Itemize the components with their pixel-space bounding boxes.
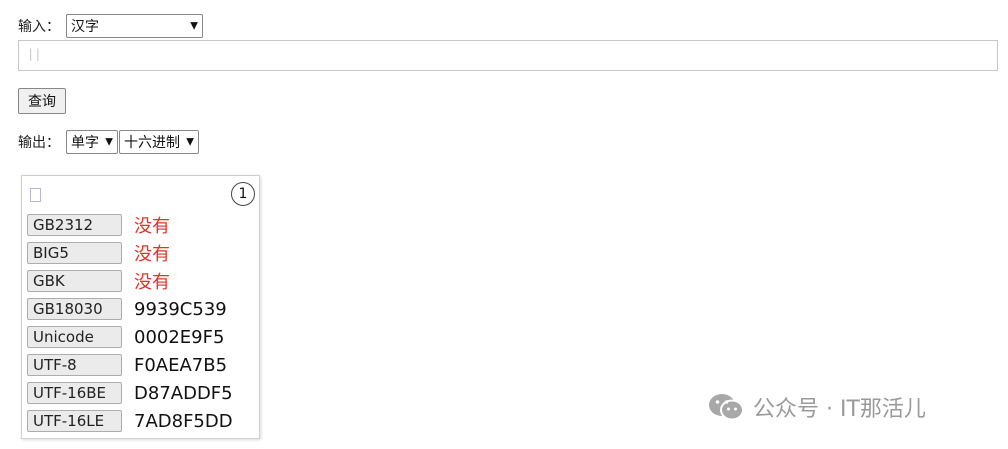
dropdown-arrow-icon: ▼ <box>190 20 198 32</box>
input-type-select[interactable]: 汉字 ▼ <box>66 14 203 38</box>
encoding-value: 7AD8F5DD <box>134 410 233 432</box>
encoding-name-button[interactable]: GB18030 <box>27 298 122 320</box>
input-label: 输入： <box>18 19 60 35</box>
input-type-value: 汉字 <box>71 19 99 35</box>
character-glyph <box>30 188 41 202</box>
encoding-name-button[interactable]: GBK <box>27 270 122 292</box>
encoding-name-button[interactable]: UTF-16LE <box>27 410 122 432</box>
output-mode-value: 单字 <box>71 135 99 151</box>
query-button[interactable]: 查询 <box>18 88 66 114</box>
encoding-row: GBK 没有 <box>27 267 259 295</box>
encoding-row: BIG5 没有 <box>27 239 259 267</box>
watermark: 公众号 · IT那活儿 <box>707 391 926 423</box>
encoding-row: UTF-16BE D87ADDF5 <box>27 379 259 407</box>
encoding-value: 0002E9F5 <box>134 326 225 348</box>
encoding-row: UTF-8 F0AEA7B5 <box>27 351 259 379</box>
encoding-name-button[interactable]: UTF-8 <box>27 354 122 376</box>
dropdown-arrow-icon: ▼ <box>105 136 113 148</box>
encoding-name-button[interactable]: GB2312 <box>27 214 122 236</box>
encoding-value: 9939C539 <box>134 298 227 320</box>
wechat-icon <box>709 394 744 421</box>
watermark-text: 公众号 · IT那活儿 <box>753 397 926 422</box>
encoding-name-button[interactable]: BIG5 <box>27 242 122 264</box>
encoding-value: 没有 <box>134 216 170 237</box>
output-label: 输出： <box>18 135 60 151</box>
dropdown-arrow-icon: ▼ <box>186 136 194 148</box>
encoding-row: GB18030 9939C539 <box>27 295 259 323</box>
result-count-badge: 1 <box>231 182 255 206</box>
output-base-select[interactable]: 十六进制 ▼ <box>119 130 199 154</box>
encoding-name-button[interactable]: UTF-16BE <box>27 382 122 404</box>
result-card: 1 GB2312 没有 BIG5 没有 GBK 没有 GB18030 9939C539 Unic… <box>21 175 260 439</box>
query-text-input[interactable]: || <box>18 40 998 71</box>
encoding-value: 没有 <box>134 272 170 293</box>
encoding-value: D87ADDF5 <box>134 382 233 404</box>
encoding-name-button[interactable]: Unicode <box>27 326 122 348</box>
encoding-row: UTF-16LE 7AD8F5DD <box>27 407 259 435</box>
encoding-list: GB2312 没有 BIG5 没有 GBK 没有 GB18030 9939C539 Unicod… <box>27 211 259 435</box>
input-row: 输入： 汉字 ▼ <box>18 14 203 38</box>
encoding-row: Unicode 0002E9F5 <box>27 323 259 351</box>
output-mode-select[interactable]: 单字 ▼ <box>66 130 118 154</box>
encoding-value: 没有 <box>134 244 170 265</box>
encoding-row: GB2312 没有 <box>27 211 259 239</box>
output-row: 输出： 单字 ▼ 十六进制 ▼ <box>18 130 199 154</box>
output-base-value: 十六进制 <box>124 135 180 151</box>
encoding-value: F0AEA7B5 <box>134 354 228 376</box>
